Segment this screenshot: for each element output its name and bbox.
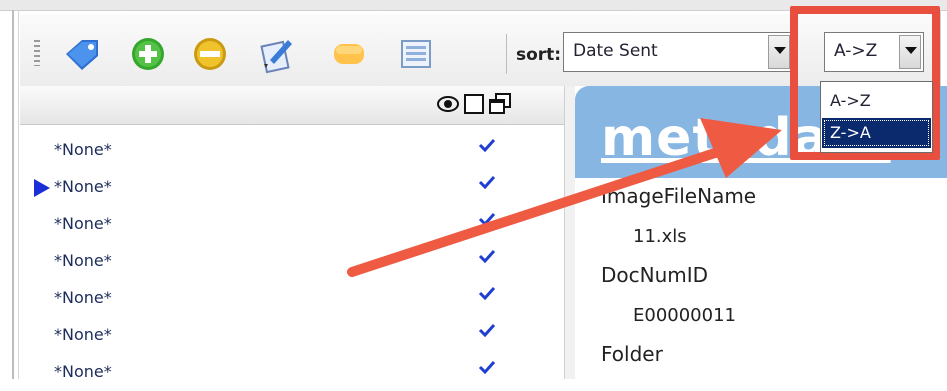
sort-order-option-za[interactable]: Z->A bbox=[822, 118, 931, 148]
app-window: sort: Date Sent A->Z *None* *None* *None* *… bbox=[0, 0, 947, 381]
sort-order-dropdown-list: A->Z Z->A bbox=[820, 81, 933, 153]
sort-order-option-az[interactable]: A->Z bbox=[822, 86, 931, 116]
